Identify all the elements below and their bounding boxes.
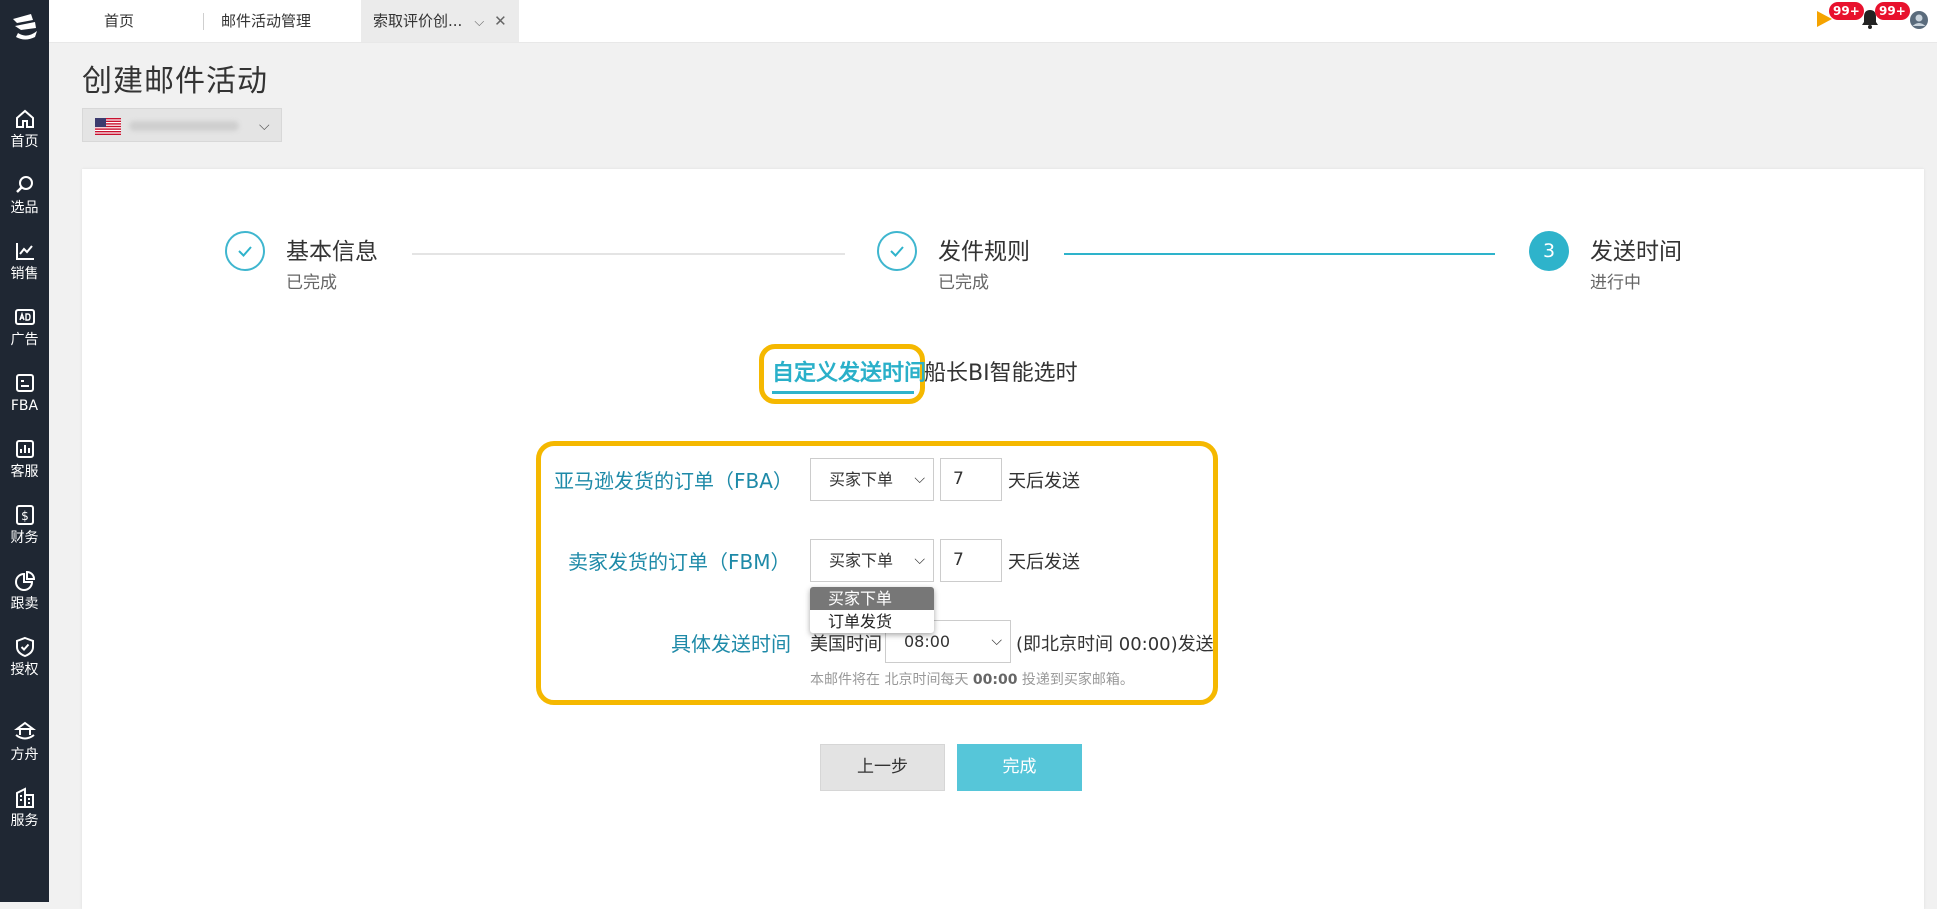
sidebar-item-product-selection[interactable]: 选品 [0,173,49,233]
chevron-down-icon[interactable]: ⌵ [474,15,484,30]
sidebar-item-label: 广告 [10,332,39,348]
step-2-check-icon [877,231,917,271]
notification-badge: 99+ [1875,2,1910,20]
tab-review-request-create[interactable]: 索取评价创... ⌵ ✕ [361,0,519,42]
fba-days-suffix: 天后发送 [1008,471,1080,492]
building-icon [15,787,34,808]
sidebar-item-fba[interactable]: FBA [0,371,49,431]
step-1-title: 基本信息 [286,239,378,265]
chevron-down-icon: ⌵ [914,471,925,487]
sidebar-item-ark[interactable]: 方舟 [0,720,49,780]
trend-icon [15,243,34,260]
fba-trigger-value: 买家下单 [829,470,894,489]
chevron-down-icon: ⌵ [259,118,270,134]
sidebar-item-label: 首页 [10,134,39,150]
fbm-trigger-value: 买家下单 [829,551,894,570]
timezone-label: 美国时间 [810,634,882,655]
hint-suffix: 投递到买家邮箱。 [1017,672,1134,688]
sidebar-item-label: 销售 [10,266,39,282]
fba-days-input[interactable]: 7 [940,458,1002,501]
sidebar-item-customer-service[interactable]: 客服 [0,437,49,497]
hint-time: 00:00 [972,672,1018,688]
store-name-redacted [129,121,239,131]
tab-label: 索取评价创... [373,12,463,30]
page-title: 创建邮件活动 [82,64,268,99]
search-icon [15,176,33,193]
send-time-label: 具体发送时间 [671,632,791,656]
avatar-icon [1910,11,1928,29]
step-3-status: 进行中 [1590,273,1641,293]
sidebar: 首页 选品 销售 广告 FBA 客服 $ 财务 跟卖 授权 方舟 服务 [0,0,49,902]
tab-bi-smart-timing[interactable]: 船长BI智能选时 [924,355,1078,387]
tab-custom-send-time[interactable]: 自定义发送时间 [772,355,926,387]
home-icon [15,109,34,128]
dropdown-option-order-shipped[interactable]: 订单发货 [810,610,934,633]
main-card: 基本信息 已完成 发件规则 已完成 3 发送时间 进行中 自定义发送时间 船长B… [82,169,1924,909]
step-3-number-icon: 3 [1529,231,1569,271]
close-icon[interactable]: ✕ [494,12,507,30]
user-avatar[interactable] [1909,10,1929,34]
fbm-label: 卖家发货的订单（FBM） [568,550,791,574]
store-selector[interactable]: ⌵ [82,108,282,142]
hint-prefix: 本邮件将在 北京时间每天 [810,672,973,688]
chevron-down-icon: ⌵ [991,633,1002,649]
sidebar-item-label: 跟卖 [10,596,39,612]
ad-icon [14,309,35,325]
ark-icon [13,721,36,740]
tab-home[interactable]: 首页 [104,0,134,42]
delivery-hint: 本邮件将在 北京时间每天 00:00 投递到买家邮箱。 [810,669,1134,689]
sidebar-item-home[interactable]: 首页 [0,107,49,167]
sidebar-item-label: 服务 [10,813,39,829]
chart-icon [15,440,34,458]
tab-email-campaign-management[interactable]: 邮件活动管理 [221,0,311,42]
fbm-days-suffix: 天后发送 [1008,552,1080,573]
sidebar-item-label: 授权 [10,662,39,678]
dollar-icon: $ [15,505,34,525]
video-play-button[interactable]: 99+ [1813,2,1864,34]
top-tab-bar: 首页 邮件活动管理 索取评价创... ⌵ ✕ 99+ 99+ [49,0,1937,43]
svg-text:$: $ [21,509,29,523]
sidebar-item-label: 客服 [10,464,39,480]
previous-step-button[interactable]: 上一步 [820,744,945,791]
finish-button[interactable]: 完成 [957,744,1082,791]
sidebar-item-label: 选品 [10,200,39,216]
pie-icon [14,570,35,591]
fbm-trigger-dropdown: 买家下单 订单发货 [810,587,934,633]
fbm-days-input[interactable]: 7 [940,539,1002,582]
sidebar-item-label: FBA [10,398,39,414]
send-time-value: 08:00 [904,632,951,651]
fba-trigger-select[interactable]: 买家下单 ⌵ [810,458,934,501]
step-3-title: 发送时间 [1590,239,1682,265]
fba-icon [15,374,34,392]
step-1-status: 已完成 [286,273,337,293]
step-connector [1064,253,1495,255]
step-connector [412,253,845,255]
fba-label: 亚马逊发货的订单（FBA） [554,469,793,493]
notifications-button[interactable]: 99+ [1859,2,1910,34]
beijing-time-note: (即北京时间 00:00)发送 [1016,634,1214,655]
sidebar-item-sales[interactable]: 销售 [0,239,49,299]
brand-logo-icon[interactable] [9,11,41,43]
us-flag-icon [95,118,121,135]
dropdown-option-buyer-order[interactable]: 买家下单 [810,587,934,610]
sidebar-item-authorization[interactable]: 授权 [0,635,49,695]
sidebar-item-ads[interactable]: 广告 [0,305,49,365]
sidebar-item-label: 方舟 [10,747,39,763]
sidebar-item-service[interactable]: 服务 [0,786,49,846]
tab-divider [203,13,204,30]
sidebar-item-label: 财务 [10,530,39,546]
step-2-status: 已完成 [938,273,989,293]
sidebar-item-follow-sell[interactable]: 跟卖 [0,569,49,629]
active-tab-underline [772,391,914,394]
step-2-title: 发件规则 [938,239,1030,265]
chevron-down-icon: ⌵ [914,552,925,568]
fbm-trigger-select[interactable]: 买家下单 ⌵ [810,539,934,582]
step-1-check-icon [225,231,265,271]
shield-icon [15,636,34,658]
sidebar-item-finance[interactable]: $ 财务 [0,503,49,563]
